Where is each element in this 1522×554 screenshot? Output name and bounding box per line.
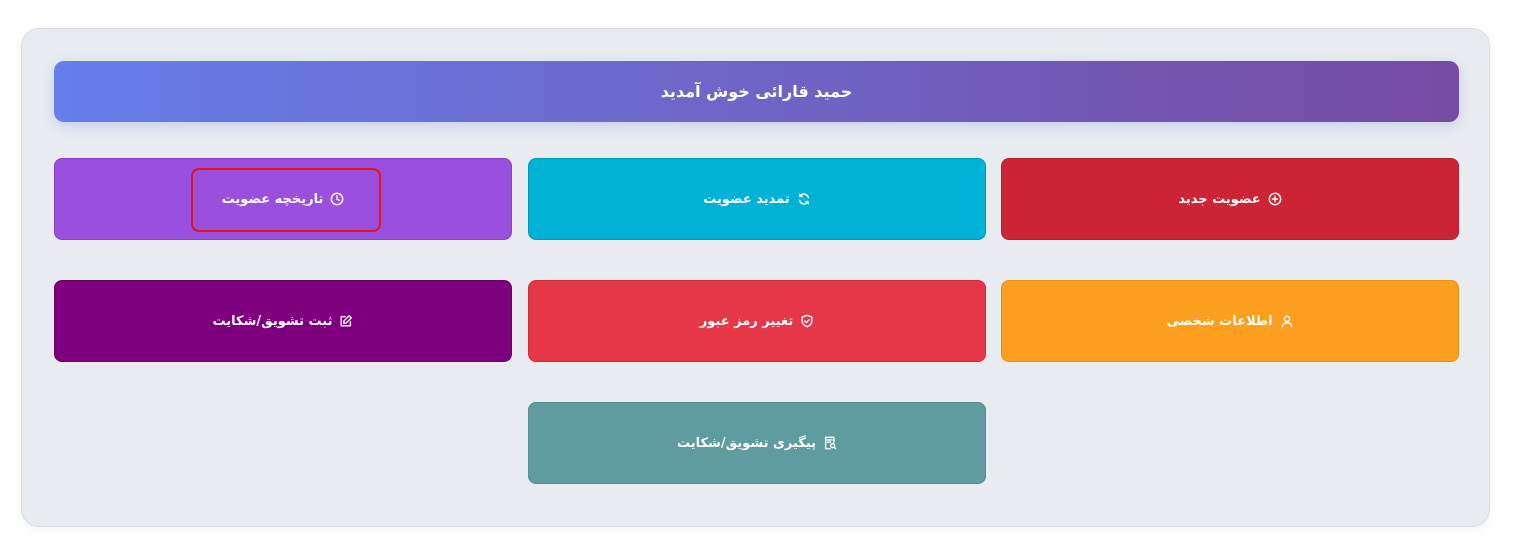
plus-circle-icon <box>1268 192 1282 206</box>
clock-icon <box>330 192 344 206</box>
new-membership-button[interactable]: عضویت جدید <box>1001 158 1459 240</box>
personal-info-label: اطلاعات شخصی <box>1166 313 1273 329</box>
renew-membership-button[interactable]: تمدید عضویت <box>528 158 986 240</box>
edit-icon <box>339 314 353 328</box>
track-feedback-label: پیگیری تشویق/شکایت <box>676 435 817 451</box>
track-feedback-button[interactable]: پیگیری تشویق/شکایت <box>528 402 986 484</box>
renew-membership-label: تمدید عضویت <box>703 191 790 207</box>
submit-feedback-button[interactable]: ثبت تشویق/شکایت <box>54 280 512 362</box>
user-icon <box>1280 314 1294 328</box>
welcome-title: حمید قارائی خوش آمدید <box>660 82 853 101</box>
membership-history-label: تاریخچه عضویت <box>221 191 324 207</box>
welcome-banner: حمید قارائی خوش آمدید <box>54 61 1459 122</box>
shield-check-icon <box>800 314 814 328</box>
change-password-label: تغییر رمز عبور <box>699 313 794 329</box>
refresh-icon <box>797 192 811 206</box>
dashboard-panel: حمید قارائی خوش آمدید عضویت جدید تمدید ع… <box>21 28 1490 527</box>
personal-info-button[interactable]: اطلاعات شخصی <box>1001 280 1459 362</box>
membership-history-button[interactable]: تاریخچه عضویت <box>54 158 512 240</box>
new-membership-label: عضویت جدید <box>1178 191 1261 207</box>
document-search-icon <box>823 436 837 450</box>
submit-feedback-label: ثبت تشویق/شکایت <box>212 313 333 329</box>
change-password-button[interactable]: تغییر رمز عبور <box>528 280 986 362</box>
